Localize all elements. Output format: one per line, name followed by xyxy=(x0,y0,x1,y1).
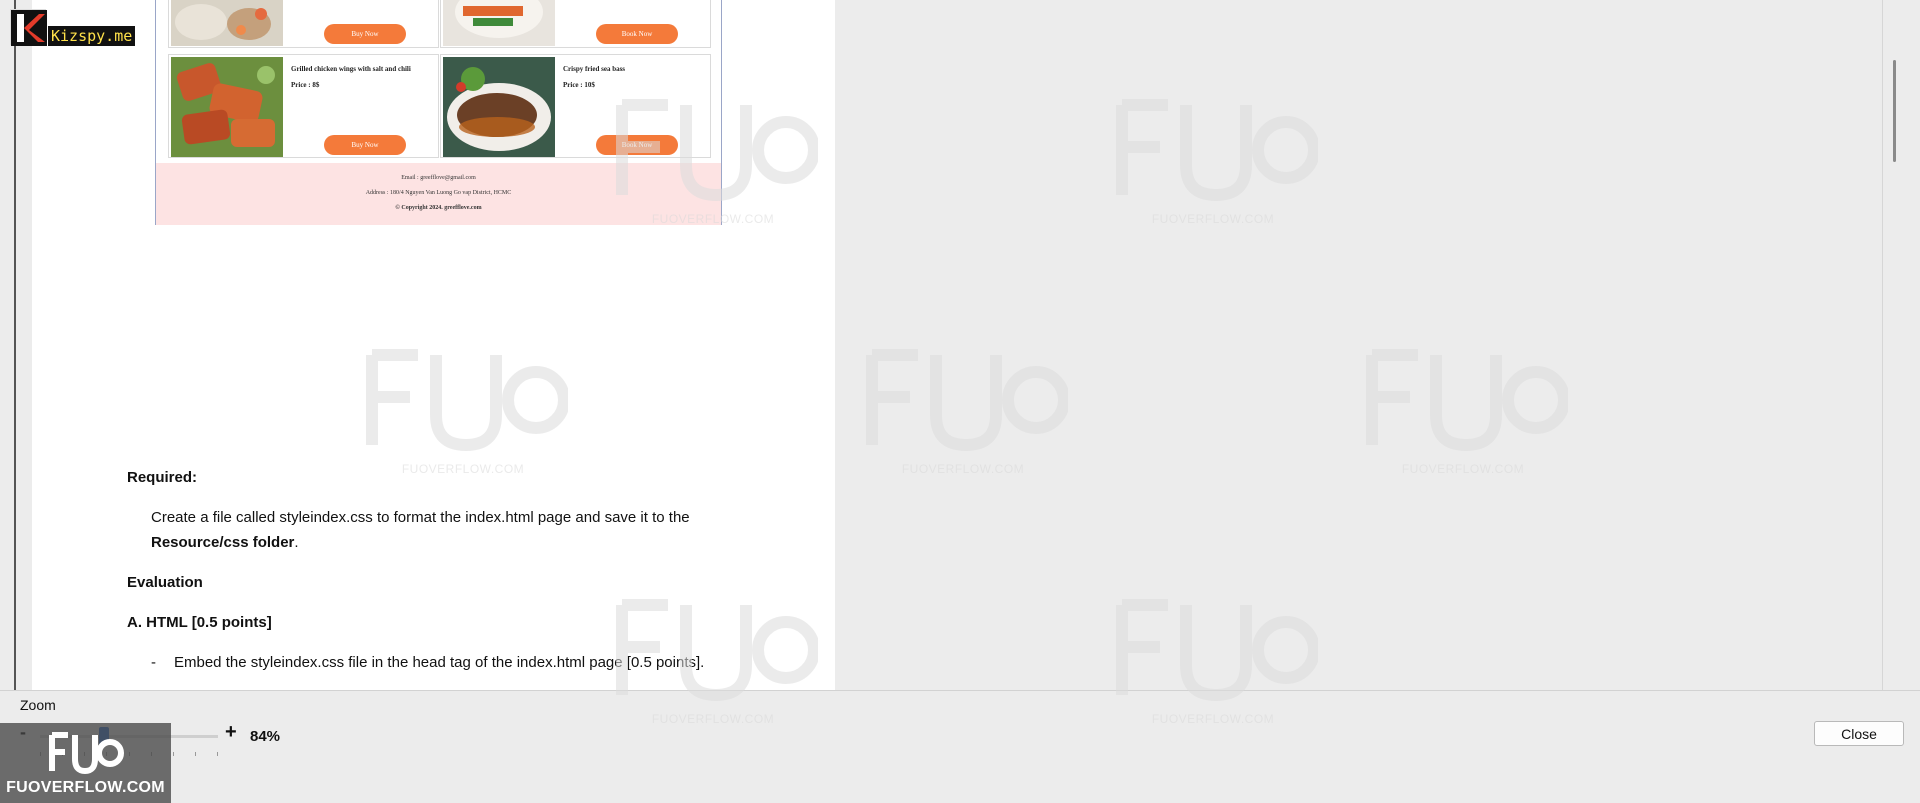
footer-email: Email : greefflove@gmail.com xyxy=(401,175,476,181)
footer-address: Address : 180/4 Nguyen Van Luong Go vap … xyxy=(365,190,512,196)
footer-copyright: © Copyright 2024. greefflove.com xyxy=(395,205,482,211)
dish-name: Crispy fried sea bass xyxy=(563,65,626,73)
dish-name: Grilled chicken wings with salt and chil… xyxy=(291,65,411,73)
period: . xyxy=(294,534,299,551)
food-photo xyxy=(443,57,555,157)
zoom-label: Zoom xyxy=(20,697,56,713)
embedded-footer: Email : greefflove@gmail.com Address : 1… xyxy=(156,163,721,225)
zoom-in-button[interactable]: + xyxy=(225,721,237,744)
viewer-right-border xyxy=(1882,0,1883,690)
required-text-line-1: Create a file called styleindex.css to f… xyxy=(151,509,690,526)
dish-price: Price : 10$ xyxy=(563,81,595,89)
bullet-item-1: Embed the styleindex.css file in the hea… xyxy=(174,654,705,671)
divider xyxy=(0,690,1920,691)
menu-card-chicken-wings: Grilled chicken wings with salt and chil… xyxy=(168,54,439,158)
zoom-value: 84% xyxy=(250,728,281,745)
food-photo xyxy=(171,57,283,157)
fuo-logo-icon xyxy=(49,732,124,775)
document-page: Buy Now Book Now Grilled chicken wings w… xyxy=(32,0,835,690)
menu-card-top-right: Book Now xyxy=(440,0,711,48)
required-text-line-2: Resource/css folder. xyxy=(151,534,299,551)
fuoverflow-brand: FUOVERFLOW.COM xyxy=(0,723,171,803)
book-now-button: Book Now xyxy=(596,135,678,155)
viewer-left-border xyxy=(14,0,16,690)
food-photo xyxy=(443,0,555,46)
section-a-heading: A. HTML [0.5 points] xyxy=(127,614,272,631)
watermark-text: FUOVERFLOW.COM xyxy=(1151,712,1275,726)
required-heading: Required: xyxy=(127,469,198,486)
site-badge: Kizspy.me xyxy=(48,26,136,46)
kizspy-logo-icon xyxy=(10,9,47,46)
buy-now-button: Buy Now xyxy=(324,24,406,44)
bullet-dash: - xyxy=(151,654,156,671)
close-button[interactable]: Close xyxy=(1814,721,1904,746)
embedded-screenshot: Buy Now Book Now Grilled chicken wings w… xyxy=(155,0,722,225)
food-photo xyxy=(171,0,283,46)
buy-now-button: Buy Now xyxy=(324,135,406,155)
dish-price: Price : 8$ xyxy=(291,81,320,89)
vertical-scrollbar[interactable] xyxy=(1888,0,1902,690)
evaluation-heading: Evaluation xyxy=(127,574,203,591)
document-viewer-window: Buy Now Book Now Grilled chicken wings w… xyxy=(0,0,1920,803)
brand-text: FUOVERFLOW.COM xyxy=(6,779,165,796)
menu-card-sea-bass: Crispy fried sea bass Price : 10$ Book N… xyxy=(440,54,711,158)
watermark-text: FUOVERFLOW.COM xyxy=(651,712,775,726)
scrollbar-thumb[interactable] xyxy=(1893,60,1896,162)
folder-path: Resource/css folder xyxy=(151,534,295,551)
viewer-area: Buy Now Book Now Grilled chicken wings w… xyxy=(0,0,1920,690)
menu-card-top-left: Buy Now xyxy=(168,0,439,48)
book-now-button: Book Now xyxy=(596,24,678,44)
